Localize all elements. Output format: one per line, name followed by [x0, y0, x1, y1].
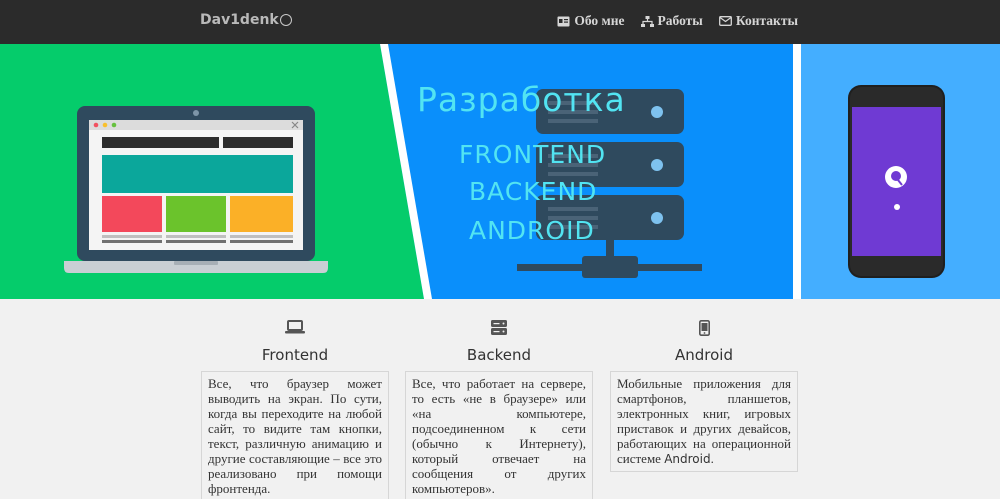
nav-link-about-label: Обо мне	[574, 13, 625, 28]
nav-link-contacts[interactable]: Контакты	[718, 13, 798, 29]
card-android-text-highlight: Android	[664, 452, 711, 466]
sitemap-icon	[640, 15, 654, 27]
nav-link-works[interactable]: Работы	[640, 13, 703, 29]
nav-link-contacts-label: Контакты	[735, 13, 798, 28]
nav-link-works-label: Работы	[657, 13, 703, 28]
server-icon	[491, 320, 507, 335]
card-android: Android Мобильные приложения для смартфо…	[610, 320, 798, 472]
card-android-title: Android	[675, 346, 733, 364]
card-backend: Backend Все, что работает на сервере, то…	[405, 320, 593, 499]
brand-text: Dav1denk	[200, 12, 279, 28]
hero-item-backend: BACKEND	[469, 177, 598, 206]
card-frontend-title: Frontend	[261, 346, 329, 364]
laptop-icon	[285, 320, 305, 334]
hero-banner: Разработка FRONTEND BACKEND ANDROID	[0, 44, 1000, 299]
nav-links: Обо мне Работы Контакты	[557, 13, 798, 29]
navbar: Dav1denk Обо мне Работы Контакты	[0, 0, 1000, 44]
brand-circle-icon	[279, 14, 292, 26]
hero-item-android: ANDROID	[469, 216, 595, 245]
envelope-icon	[718, 16, 732, 26]
card-android-text-end: .	[710, 451, 714, 466]
card-frontend-icon-wrap	[201, 320, 389, 342]
card-android-text: Мобильные приложения для смартфонов, пла…	[610, 371, 798, 472]
card-backend-text: Все, что работает на сервере, то есть «н…	[405, 371, 593, 499]
card-frontend: Frontend Все, что браузер может выводить…	[201, 320, 389, 499]
mobile-icon	[698, 320, 710, 336]
card-backend-icon-wrap	[405, 320, 593, 342]
hero-title: Разработка	[417, 80, 626, 119]
hero-text: Разработка FRONTEND BACKEND ANDROID	[0, 44, 1000, 299]
card-android-icon-wrap	[610, 320, 798, 342]
card-frontend-text: Все, что браузер может выводить на экран…	[201, 371, 389, 499]
id-card-icon	[557, 16, 570, 26]
hero-item-frontend: FRONTEND	[459, 140, 607, 169]
card-backend-title: Backend	[466, 346, 532, 364]
nav-link-about[interactable]: Обо мне	[557, 13, 625, 29]
brand-logo[interactable]: Dav1denk	[200, 12, 292, 28]
